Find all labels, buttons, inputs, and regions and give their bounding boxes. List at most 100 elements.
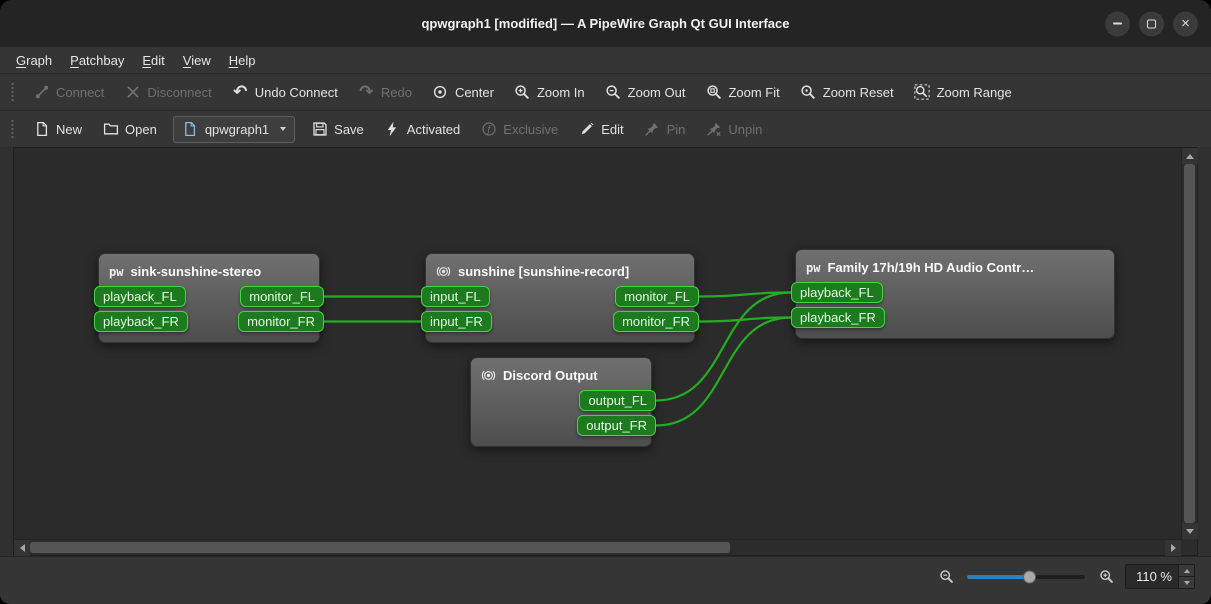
exclusive-toggle[interactable]: f Exclusive — [470, 114, 568, 144]
node-title: sunshine [sunshine-record] — [458, 264, 629, 279]
menu-view[interactable]: View — [175, 51, 219, 70]
unpin-icon — [705, 121, 722, 138]
zoom-spinbox[interactable]: 110 % — [1125, 564, 1195, 589]
close-icon: × — [1181, 16, 1190, 31]
zoom-reset-button[interactable]: Zoom Reset — [790, 77, 904, 107]
arrow-right-icon — [1171, 544, 1176, 552]
arrow-up-icon — [1186, 154, 1194, 159]
node-title: sink-sunshine-stereo — [130, 264, 261, 279]
port-in-playback_FR[interactable]: playback_FR — [791, 307, 885, 328]
minimize-button[interactable] — [1105, 11, 1130, 36]
zoom-value[interactable]: 110 % — [1126, 565, 1178, 588]
port-out-monitor_FR[interactable]: monitor_FR — [613, 311, 699, 332]
record-icon — [436, 264, 451, 279]
statusbar: 110 % — [0, 556, 1211, 604]
scroll-right-button[interactable] — [1165, 540, 1181, 556]
arrow-up-icon — [1184, 569, 1190, 573]
zoom-out-button[interactable]: Zoom Out — [595, 77, 696, 107]
connection-wire[interactable] — [699, 293, 791, 297]
port-in-playback_FL[interactable]: playback_FL — [791, 282, 883, 303]
preset-file-icon — [182, 121, 199, 138]
port-in-playback_FR[interactable]: playback_FR — [94, 311, 188, 332]
menubar: GraphPatchbayEditViewHelp — [0, 47, 1211, 73]
preset-dropdown[interactable]: qpwgraph1 — [173, 116, 295, 143]
menu-patchbay[interactable]: Patchbay — [62, 51, 132, 70]
port-out-output_FR[interactable]: output_FR — [577, 415, 656, 436]
horizontal-scrollbar[interactable] — [14, 539, 1181, 555]
arrow-down-icon — [1186, 529, 1194, 534]
port-in-input_FL[interactable]: input_FL — [421, 286, 490, 307]
port-out-monitor_FL[interactable]: monitor_FL — [615, 286, 699, 307]
main-area: pwsink-sunshine-stereoplayback_FLmonitor… — [0, 147, 1211, 556]
connect-button[interactable]: Connect — [23, 77, 114, 107]
scroll-down-button[interactable] — [1182, 523, 1198, 539]
center-icon — [432, 84, 449, 101]
menu-help[interactable]: Help — [221, 51, 264, 70]
toolbar-drag-handle[interactable] — [10, 119, 15, 139]
zoom-in-button[interactable]: Zoom In — [504, 77, 595, 107]
activated-toggle[interactable]: Activated — [374, 114, 470, 144]
minimize-icon — [1113, 23, 1122, 25]
scroll-up-button[interactable] — [1182, 148, 1198, 164]
node-header: Discord Output — [471, 363, 651, 388]
node-sunshine[interactable]: sunshine [sunshine-record]input_FLmonito… — [425, 253, 695, 343]
unpin-button[interactable]: Unpin — [695, 114, 772, 144]
graph-canvas[interactable]: pwsink-sunshine-stereoplayback_FLmonitor… — [14, 148, 1181, 539]
node-header: sunshine [sunshine-record] — [426, 259, 694, 284]
maximize-button[interactable] — [1139, 11, 1164, 36]
redo-button[interactable]: ↷ Redo — [348, 77, 422, 107]
connection-wires-layer — [14, 148, 1181, 539]
port-in-input_FR[interactable]: input_FR — [421, 311, 492, 332]
toolbar-drag-handle[interactable] — [10, 82, 15, 102]
close-button[interactable]: × — [1173, 11, 1198, 36]
node-title: Discord Output — [503, 368, 598, 383]
port-out-monitor_FL[interactable]: monitor_FL — [240, 286, 324, 307]
new-button[interactable]: New — [23, 114, 92, 144]
spin-up-button[interactable] — [1179, 565, 1194, 576]
zoom-out-icon — [605, 84, 622, 101]
zoom-slider-handle[interactable] — [1023, 570, 1036, 583]
port-in-playback_FL[interactable]: playback_FL — [94, 286, 186, 307]
undo-connect-button[interactable]: ↶ Undo Connect — [222, 77, 348, 107]
open-folder-icon — [102, 121, 119, 138]
exclusive-icon: f — [480, 121, 497, 138]
arrow-left-icon — [20, 544, 25, 552]
arrow-down-icon — [1184, 581, 1190, 585]
edit-toggle[interactable]: Edit — [568, 114, 633, 144]
graph-view-frame: pwsink-sunshine-stereoplayback_FLmonitor… — [13, 147, 1198, 556]
zoom-in-small-button[interactable] — [1097, 568, 1115, 586]
horizontal-scrollbar-thumb[interactable] — [30, 542, 730, 553]
zoom-fit-button[interactable]: Zoom Fit — [695, 77, 789, 107]
zoom-in-icon — [514, 84, 531, 101]
spin-down-button[interactable] — [1179, 576, 1194, 588]
connect-icon — [33, 84, 50, 101]
zoom-out-small-button[interactable] — [937, 568, 955, 586]
zoom-slider[interactable] — [967, 575, 1085, 579]
pipewire-icon: pw — [806, 261, 820, 275]
disconnect-button[interactable]: Disconnect — [114, 77, 221, 107]
undo-icon: ↶ — [232, 84, 249, 101]
chevron-down-icon — [280, 127, 286, 131]
menu-edit[interactable]: Edit — [134, 51, 172, 70]
menu-graph[interactable]: Graph — [8, 51, 60, 70]
zoom-range-button[interactable]: Zoom Range — [904, 77, 1022, 107]
zoom-range-icon — [914, 84, 931, 101]
node-sink[interactable]: pwsink-sunshine-stereoplayback_FLmonitor… — [98, 253, 320, 343]
node-family[interactable]: pwFamily 17h/19h HD Audio Contr…playback… — [795, 249, 1115, 339]
open-button[interactable]: Open — [92, 114, 167, 144]
zoom-fit-icon — [705, 84, 722, 101]
titlebar[interactable]: qpwgraph1 [modified] — A PipeWire Graph … — [0, 0, 1211, 47]
pin-button[interactable]: Pin — [634, 114, 696, 144]
scroll-left-button[interactable] — [14, 540, 30, 556]
center-button[interactable]: Center — [422, 77, 504, 107]
disconnect-icon — [124, 84, 141, 101]
connection-wire[interactable] — [699, 318, 791, 322]
port-out-output_FL[interactable]: output_FL — [579, 390, 656, 411]
vertical-scrollbar[interactable] — [1181, 148, 1197, 539]
node-discord[interactable]: Discord Outputoutput_FLoutput_FR — [470, 357, 652, 447]
port-out-monitor_FR[interactable]: monitor_FR — [238, 311, 324, 332]
window-controls: × — [1105, 11, 1198, 36]
vertical-scrollbar-thumb[interactable] — [1184, 164, 1195, 523]
graph-toolbar: Connect Disconnect ↶ Undo Connect ↷ Redo… — [0, 73, 1211, 110]
save-button[interactable]: Save — [301, 114, 374, 144]
